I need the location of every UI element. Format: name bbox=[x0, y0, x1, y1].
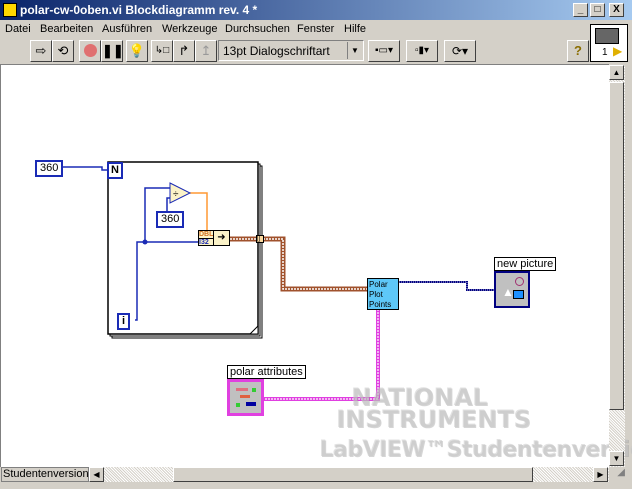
vertical-scrollbar[interactable]: ▲ ▼ bbox=[609, 65, 625, 467]
abort-icon[interactable] bbox=[79, 40, 101, 62]
convert-node[interactable]: DBL I32 bbox=[198, 230, 214, 246]
scroll-right-icon[interactable]: ▶ bbox=[593, 467, 608, 482]
title-bar: polar-cw-0oben.vi Blockdiagramm rev. 4 *… bbox=[0, 0, 632, 20]
status-label: Studentenversion bbox=[1, 467, 89, 482]
resize-grip-icon[interactable]: ◢ bbox=[609, 467, 625, 482]
convert-i32-label: I32 bbox=[199, 238, 213, 246]
run-arrow-icon[interactable]: ⇨ bbox=[30, 40, 52, 62]
loop-index-terminal[interactable]: i bbox=[117, 313, 131, 330]
polar-attributes-control[interactable] bbox=[227, 379, 264, 416]
new-picture-label: new picture bbox=[494, 257, 557, 271]
watermark-line3: LabVIEW™Studentenversion bbox=[319, 437, 632, 462]
convert-dbl-label: DBL bbox=[199, 231, 214, 238]
polar-plot-points-subvi[interactable]: Polar Plot Points bbox=[367, 278, 399, 310]
watermark-line2: INSTRUMENTS bbox=[336, 405, 531, 433]
menu-werkzeuge[interactable]: Werkzeuge bbox=[162, 23, 217, 35]
font-value: 13pt Dialogschriftart bbox=[223, 44, 330, 58]
horizontal-scroll-thumb[interactable] bbox=[173, 467, 533, 482]
horizontal-scrollbar[interactable]: ◀ ▶ bbox=[89, 467, 609, 482]
scroll-up-icon[interactable]: ▲ bbox=[609, 65, 624, 80]
subvi-label-line1: Polar bbox=[369, 280, 388, 289]
menu-durchsuchen[interactable]: Durchsuchen bbox=[225, 23, 290, 35]
step-over-icon[interactable]: ↱ bbox=[173, 40, 195, 62]
wire-count bbox=[60, 166, 108, 171]
reorder-icon[interactable]: ⟳▾ bbox=[444, 40, 476, 62]
vertical-scroll-thumb[interactable] bbox=[609, 82, 624, 410]
maximize-button[interactable]: □ bbox=[590, 3, 605, 17]
distribute-icon[interactable]: ▫▮▾ bbox=[406, 40, 438, 62]
step-into-icon[interactable]: ↳□ bbox=[151, 40, 173, 62]
svg-text:÷: ÷ bbox=[173, 189, 179, 200]
align-icon[interactable]: ▪▭▾ bbox=[368, 40, 400, 62]
vi-icon bbox=[3, 3, 17, 17]
menu-bar: Datei Bearbeiten Ausführen Werkzeuge Dur… bbox=[0, 20, 590, 38]
polar-attributes-label: polar attributes bbox=[227, 365, 306, 379]
block-diagram-canvas[interactable]: ÷ 360 N 360 i DBL I32 ➜ [] Polar Plot Po… bbox=[0, 64, 632, 467]
subvi-label-line2: Plot bbox=[369, 290, 383, 299]
menu-bearbeiten[interactable]: Bearbeiten bbox=[40, 23, 93, 35]
subvi-label-line3: Points bbox=[369, 300, 392, 309]
connector-number: 1 bbox=[602, 47, 608, 58]
build-array-node[interactable]: ➜ bbox=[213, 230, 230, 246]
context-help-button[interactable]: ? bbox=[567, 40, 589, 62]
divisor-constant[interactable]: 360 bbox=[156, 211, 185, 228]
scroll-left-icon[interactable]: ◀ bbox=[89, 467, 104, 482]
menu-hilfe[interactable]: Hilfe bbox=[344, 23, 366, 35]
loop-count-terminal[interactable]: N bbox=[107, 162, 123, 179]
count-constant[interactable]: 360 bbox=[35, 160, 64, 177]
font-dropdown[interactable]: 13pt Dialogschriftart ▼ bbox=[218, 40, 364, 61]
for-loop bbox=[107, 161, 259, 335]
wire-picture bbox=[397, 281, 496, 291]
menu-datei[interactable]: Datei bbox=[5, 23, 31, 35]
close-button[interactable]: X bbox=[609, 3, 624, 17]
highlight-execution-icon[interactable]: 💡 bbox=[126, 40, 148, 62]
pause-icon[interactable]: ❚❚ bbox=[101, 40, 124, 62]
menu-fenster[interactable]: Fenster bbox=[297, 23, 334, 35]
loop-tunnel: [] bbox=[256, 235, 264, 243]
run-continuous-icon[interactable]: ⟲ bbox=[52, 40, 74, 62]
minimize-button[interactable]: _ bbox=[573, 3, 588, 17]
connector-pane-icon[interactable]: 1 ▶ bbox=[590, 24, 628, 62]
chevron-down-icon[interactable]: ▼ bbox=[347, 42, 362, 59]
new-picture-indicator[interactable]: ▲ bbox=[494, 271, 530, 308]
menu-ausfuehren[interactable]: Ausführen bbox=[102, 23, 152, 35]
window-title: polar-cw-0oben.vi Blockdiagramm rev. 4 * bbox=[20, 3, 258, 17]
step-out-icon[interactable]: ↥ bbox=[195, 40, 217, 62]
scroll-down-icon[interactable]: ▼ bbox=[609, 451, 624, 466]
